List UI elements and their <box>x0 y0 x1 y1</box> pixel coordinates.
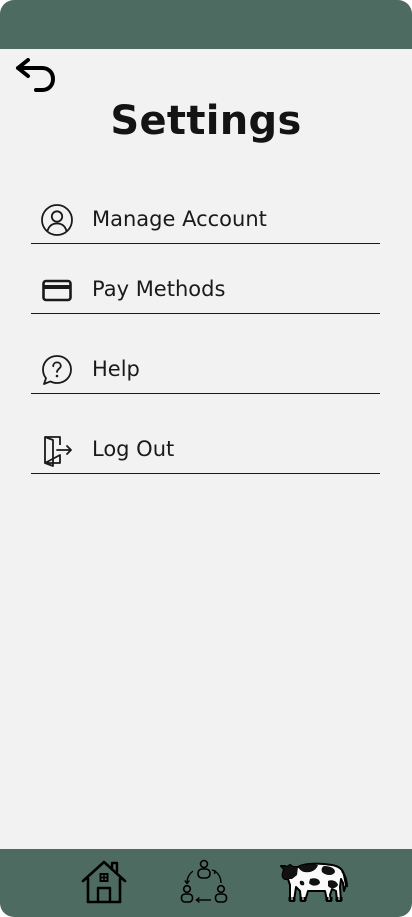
menu-item-label: Log Out <box>92 437 175 461</box>
menu-item-log-out[interactable]: Log Out <box>31 429 380 474</box>
top-bar <box>0 0 412 49</box>
user-circle-icon <box>41 204 73 236</box>
back-button[interactable] <box>14 58 58 94</box>
cow-icon <box>280 862 348 902</box>
menu-item-help[interactable]: Help <box>31 349 380 394</box>
menu-item-pay-methods[interactable]: Pay Methods <box>31 269 380 314</box>
bottom-nav <box>0 849 412 917</box>
nav-cow-button[interactable] <box>280 857 350 907</box>
nav-home-button[interactable] <box>79 857 129 907</box>
menu-item-label: Manage Account <box>92 207 267 231</box>
community-cycle-icon <box>180 859 228 904</box>
logout-door-icon <box>44 436 72 467</box>
credit-card-icon <box>42 279 72 302</box>
back-arrow-icon <box>16 58 55 92</box>
nav-community-button[interactable] <box>179 857 229 907</box>
home-icon <box>81 860 127 904</box>
page-title: Settings <box>110 98 302 144</box>
phone-screen: Settings Manage Account Pay Methods Help… <box>0 0 412 917</box>
menu-item-label: Help <box>92 357 140 381</box>
menu-item-label: Pay Methods <box>92 277 226 301</box>
menu-item-manage-account[interactable]: Manage Account <box>31 199 380 244</box>
help-bubble-icon <box>42 355 72 385</box>
